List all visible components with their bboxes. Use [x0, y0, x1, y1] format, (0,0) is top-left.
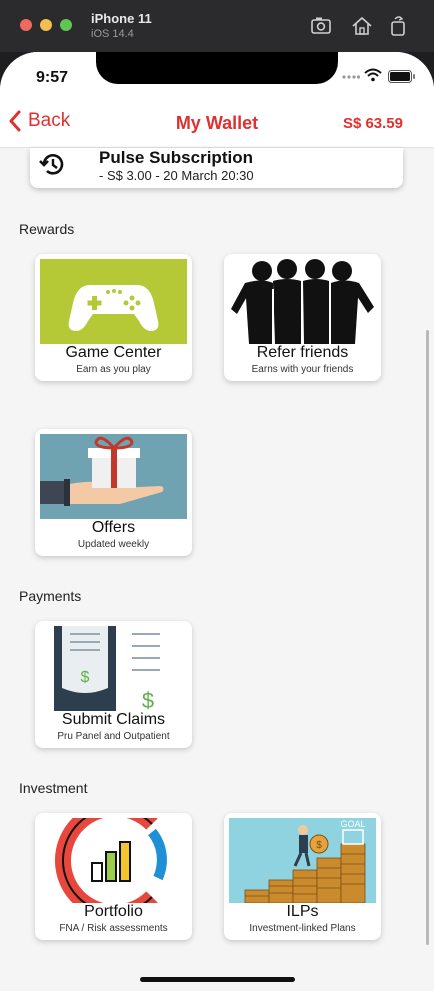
gift-hand-icon	[40, 436, 164, 506]
offers-desc: Updated weekly	[77, 539, 150, 550]
ilps-desc: Investment-linked Plans	[249, 923, 356, 934]
submit-claims-image: $ $	[40, 626, 187, 711]
home-indicator[interactable]	[140, 977, 295, 982]
submit-claims-desc: Pru Panel and Outpatient	[57, 731, 170, 742]
portfolio-image	[40, 818, 187, 903]
navigation-bar: Back My Wallet S$ 63.59	[0, 100, 434, 148]
investment-section-label: Investment	[19, 780, 88, 796]
portfolio-chart-icon	[55, 818, 167, 903]
svg-text:$: $	[142, 688, 154, 711]
refer-friends-desc: Earns with your friends	[251, 364, 354, 375]
offers-card[interactable]: Offers Updated weekly	[35, 429, 192, 556]
refer-friends-card[interactable]: Refer friends Earns with your friends	[224, 254, 381, 381]
coin-stairs-goal-icon: GOAL $	[244, 819, 366, 903]
history-icon	[39, 154, 64, 175]
svg-text:$: $	[316, 840, 322, 851]
ilps-goal-label: GOAL	[340, 819, 365, 829]
minimize-window-button[interactable]	[40, 19, 52, 31]
screenshot-icon[interactable]	[310, 14, 334, 38]
ilps-image: GOAL $	[229, 818, 376, 903]
zoom-window-button[interactable]	[60, 19, 72, 31]
subscription-title: Pulse Subscription	[99, 148, 253, 167]
subscription-detail: - S$ 3.00 - 20 March 20:30	[99, 168, 254, 183]
battery-icon	[388, 70, 415, 83]
simulator-title-bar: iPhone 11 iOS 14.4	[0, 0, 434, 52]
claim-document-icon: $ $	[54, 626, 160, 711]
status-bar: 9:57	[0, 52, 434, 100]
game-center-desc: Earn as you play	[76, 364, 151, 375]
close-window-button[interactable]	[20, 19, 32, 31]
group-people-icon	[231, 259, 374, 344]
game-center-title: Game Center	[65, 344, 162, 361]
rotate-icon[interactable]	[386, 14, 410, 38]
home-icon[interactable]	[350, 14, 374, 38]
signal-icon	[342, 75, 360, 79]
phone-screen: 9:57 Back My Wallet S$ 63.59 Pulse Subsc…	[0, 52, 434, 991]
rewards-section-label: Rewards	[19, 221, 75, 237]
phone-notch	[96, 52, 338, 84]
wallet-balance[interactable]: S$ 63.59	[343, 115, 403, 132]
submit-claims-title: Submit Claims	[61, 711, 166, 728]
simulator-os-version: iOS 14.4	[91, 28, 134, 40]
portfolio-desc: FNA / Risk assessments	[59, 923, 168, 934]
vertical-scrollbar[interactable]	[426, 330, 429, 945]
refer-friends-image	[229, 259, 376, 344]
payments-section-label: Payments	[19, 588, 82, 604]
offers-title: Offers	[91, 519, 136, 536]
submit-claims-card[interactable]: $ $ Submit Claims Pru Panel and Outpatie…	[35, 621, 192, 748]
ilps-card[interactable]: GOAL $ ILPs Investment-linked Plans	[224, 813, 381, 940]
portfolio-card[interactable]: Portfolio FNA / Risk assessments	[35, 813, 192, 940]
game-center-image	[40, 259, 187, 344]
subscription-card[interactable]: Pulse Subscription - S$ 3.00 - 20 March …	[30, 148, 403, 188]
svg-text:$: $	[81, 669, 90, 686]
simulator-device-name: iPhone 11	[91, 11, 152, 26]
refer-friends-title: Refer friends	[256, 344, 349, 361]
gamepad-icon	[68, 285, 159, 331]
ilps-title: ILPs	[286, 903, 319, 920]
status-time: 9:57	[36, 69, 69, 86]
wifi-icon	[364, 68, 382, 82]
portfolio-title: Portfolio	[84, 903, 143, 920]
game-center-card[interactable]: Game Center Earn as you play	[35, 254, 192, 381]
offers-image	[40, 434, 187, 519]
